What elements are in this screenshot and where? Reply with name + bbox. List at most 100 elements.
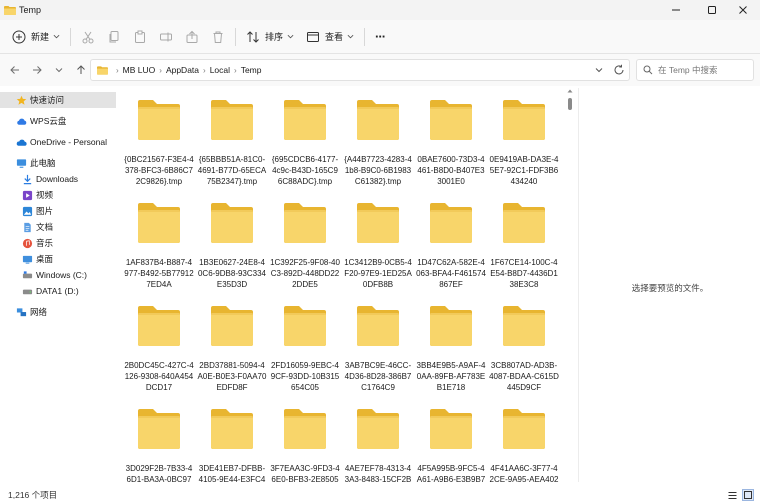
sidebar-item-wps-cloud[interactable]: WPS云盘 [0,113,116,129]
up-button[interactable] [70,59,92,81]
more-icon: ··· [375,29,386,44]
arrow-right-icon [33,66,42,74]
sidebar-item-pictures[interactable]: 图片 [0,203,116,219]
star-icon [16,95,27,106]
file-item[interactable]: 1C3412B9-0CB5-4F20-97E9-1ED25A0DFB8B [343,201,413,301]
more-button[interactable]: ··· [369,25,391,49]
folder-icon [211,203,253,243]
address-bar[interactable]: › MB LUO › AppData › Local › Temp [90,59,630,81]
navigation-pane: 快速访问 WPS云盘 OneDrive - Personal 此电脑 Downl… [0,86,116,486]
close-button[interactable] [726,0,760,20]
minimize-button[interactable] [659,0,693,20]
sidebar-item-drive-c[interactable]: Windows (C:) [0,267,116,283]
file-name: 1C392F25-9F08-40C3-892D-448DD222DDE5 [270,258,340,289]
breadcrumb-user[interactable]: MB LUO [123,65,156,75]
new-button[interactable]: 新建 [6,25,66,49]
paste-button[interactable] [127,25,153,49]
file-item[interactable]: 1D47C62A-582E-4063-BFA4-F461574867EF [416,201,486,301]
item-count: 1,216 个项目 [8,490,58,500]
recent-locations-button[interactable] [48,59,70,81]
sidebar-item-music[interactable]: 音乐 [0,235,116,251]
file-item[interactable]: 1C392F25-9F08-40C3-892D-448DD222DDE5 [270,201,340,301]
file-item[interactable]: 3BB4E9B5-A9AF-40AA-89FB-AF783EB1E718 [416,304,486,404]
copy-button[interactable] [101,25,127,49]
search-box[interactable]: 在 Temp 中搜索 [636,59,754,81]
file-item[interactable]: 2BD37881-5094-4A0E-B0E3-F0AA70EDFD8F [197,304,267,404]
chevron-right-icon: › [203,65,206,75]
file-item[interactable]: 2FD16059-9EBC-49CF-93DD-10B315654C05 [270,304,340,404]
sidebar-item-videos[interactable]: 视频 [0,187,116,203]
file-name: 3AB7BC9E-46CC-4D36-8D28-386B7C1764C9 [344,361,412,392]
file-item[interactable]: 1AF837B4-B887-4977-B492-5B779127ED4A [124,201,194,301]
file-item[interactable]: 3D029F2B-7B33-46D1-BA3A-0BC97BADD5F3 [124,407,194,482]
file-item[interactable]: {65BBB51A-81C0-4691-B77D-65ECA75B2347}.t… [197,98,267,198]
breadcrumb-local[interactable]: Local [210,65,230,75]
file-item[interactable]: 4AE7EF78-4313-43A3-8483-15CF2B6A6718 [343,407,413,482]
toolbar-divider [235,27,237,46]
folder-icon [284,306,326,346]
refresh-icon[interactable] [613,64,625,76]
file-item[interactable]: 3DE41EB7-DFBB-4105-9E44-E3FC4AF49CEF [197,407,267,482]
share-button[interactable] [179,25,205,49]
file-item[interactable]: 0E9419AB-DA3E-45E7-92C1-FDF3B6434240 [489,98,559,198]
sidebar-item-quick-access[interactable]: 快速访问 [0,92,116,108]
file-item[interactable]: 3CB807AD-AD3B-4087-BDAA-C615D445D9CF [489,304,559,404]
folder-icon [357,100,399,140]
file-name: {0BC21567-F3E4-4378-BFC3-6B86C72C9826}.t… [124,155,194,186]
file-item[interactable]: 1F67CE14-100C-4E54-B8D7-4436D138E3C8 [489,201,559,301]
sidebar-item-onedrive[interactable]: OneDrive - Personal [0,134,116,150]
file-item[interactable]: {0BC21567-F3E4-4378-BFC3-6B86C72C9826}.t… [124,98,194,198]
file-item[interactable]: 0BAE7600-73D3-4461-B8D0-B407E33001E0 [416,98,486,198]
file-name: 4F5A995B-9FC5-4A61-A9B6-E3B9B7A9CFCE [416,464,486,482]
chevron-down-icon[interactable] [593,64,605,76]
status-bar: 1,216 个项目 [0,486,760,504]
drive-c-icon [22,270,33,281]
sidebar-item-label: 文档 [36,222,54,232]
file-item[interactable]: 3F7EAA3C-9FD3-46E0-BFB3-2E8505AD4351 [270,407,340,482]
breadcrumb-temp[interactable]: Temp [241,65,262,75]
scrollbar-thumb[interactable] [568,98,572,110]
large-icons-view-button[interactable] [742,489,754,501]
maximize-button[interactable] [695,0,729,20]
file-item[interactable]: 1B3E0627-24E8-40C6-9DB8-93C334E35D3D [197,201,267,301]
sort-button[interactable]: 排序 [240,25,300,49]
sidebar-item-drive-d[interactable]: DATA1 (D:) [0,283,116,299]
sidebar-item-downloads[interactable]: Downloads [0,171,116,187]
file-list: {0BC21567-F3E4-4378-BFC3-6B86C72C9826}.t… [118,88,566,482]
view-button[interactable]: 查看 [300,25,360,49]
sidebar-item-this-pc[interactable]: 此电脑 [0,155,116,171]
sidebar-item-label: 图片 [36,206,54,216]
details-view-button[interactable] [726,489,738,501]
scroll-up-icon[interactable] [567,88,573,94]
sidebar-item-label: 音乐 [36,238,54,248]
sidebar-item-label: 此电脑 [30,158,56,168]
folder-icon [284,100,326,140]
sidebar-item-label: 网络 [30,307,48,317]
new-label: 新建 [31,32,50,42]
document-icon [22,222,33,233]
sidebar-item-documents[interactable]: 文档 [0,219,116,235]
rename-button[interactable] [153,25,179,49]
music-icon [22,238,33,249]
file-name: 3F7EAA3C-9FD3-46E0-BFB3-2E8505AD4351 [270,464,340,482]
sidebar-item-label: 视频 [36,190,54,200]
file-item[interactable]: 3AB7BC9E-46CC-4D36-8D28-386B7C1764C9 [343,304,413,404]
sidebar-item-desktop[interactable]: 桌面 [0,251,116,267]
search-icon [643,65,653,75]
file-item[interactable]: 4F5A995B-9FC5-4A61-A9B6-E3B9B7A9CFCE [416,407,486,482]
sidebar-item-label: 桌面 [36,254,54,264]
delete-button[interactable] [205,25,231,49]
back-button[interactable] [4,59,26,81]
folder-icon [138,409,180,449]
cut-button[interactable] [75,25,101,49]
file-item[interactable]: {695CDCB6-4177-4c9c-B43D-165C96C88ADC}.t… [270,98,340,198]
file-item[interactable]: 2B0DC45C-427C-4126-9308-640A454DCD17 [124,304,194,404]
sidebar-item-network[interactable]: 网络 [0,304,116,320]
breadcrumb-appdata[interactable]: AppData [166,65,199,75]
vertical-scrollbar[interactable] [566,88,574,482]
sidebar-item-label: WPS云盘 [30,116,67,126]
forward-button[interactable] [26,59,48,81]
view-toggle [722,489,754,501]
file-item[interactable]: {A44B7723-4283-41b8-B9C0-6B1983C61382}.t… [343,98,413,198]
file-item[interactable]: 4F41AA6C-3F77-42CE-9A95-AEA40204DC5F [489,407,559,482]
